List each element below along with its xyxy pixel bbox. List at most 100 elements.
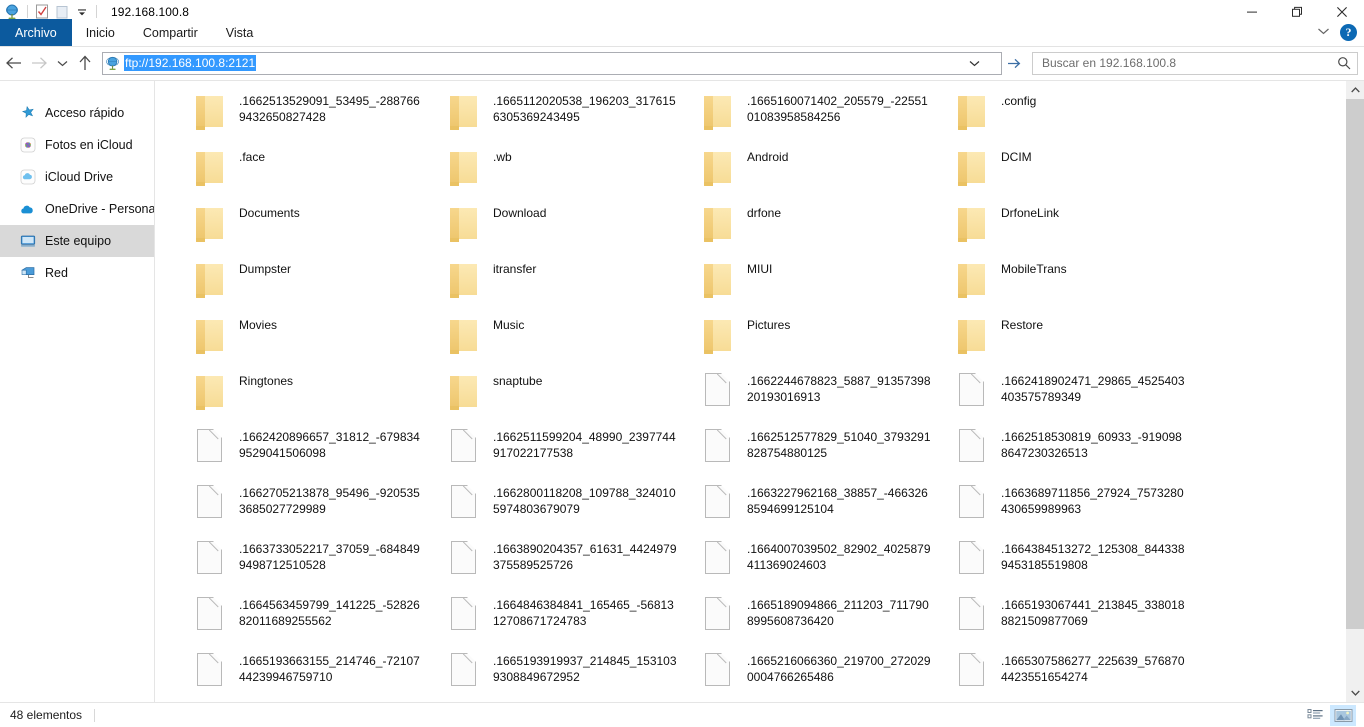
scroll-down-arrow-icon[interactable]	[1346, 684, 1364, 702]
chevron-down-icon[interactable]	[1317, 27, 1330, 38]
file-tile[interactable]: .1662418902471_29865_4525403403575789349	[955, 369, 1209, 425]
up-arrow-icon[interactable]	[72, 47, 98, 79]
file-tile[interactable]: .1665216066360_219700_272029000476626548…	[701, 649, 955, 702]
icloud-drive-icon	[20, 169, 36, 185]
file-tile[interactable]: Documents	[193, 201, 447, 257]
search-icon[interactable]	[1337, 56, 1351, 70]
file-icon-wrap	[193, 484, 225, 524]
file-name-label: MIUI	[747, 262, 773, 276]
file-tile[interactable]: .1662512577829_51040_3793291828754880125	[701, 425, 955, 481]
tab-inicio[interactable]: Inicio	[72, 19, 129, 46]
file-tile[interactable]: .1663733052217_37059_-684849949871251052…	[193, 537, 447, 593]
file-tile[interactable]: .wb	[447, 145, 701, 201]
file-icon	[959, 429, 984, 462]
folder-icon-wrap	[193, 92, 225, 132]
back-arrow-icon[interactable]	[0, 47, 26, 79]
file-tile[interactable]: .1662800118208_109788_324010597480367907…	[447, 481, 701, 537]
file-tile[interactable]: .face	[193, 145, 447, 201]
search-box[interactable]: Buscar en 192.168.100.8	[1032, 51, 1358, 75]
sidebar-item-acceso-rapido[interactable]: Acceso rápido	[0, 97, 154, 129]
file-icon-wrap	[701, 652, 733, 692]
file-tile[interactable]: .1662513529091_53495_-288766943265082742…	[193, 89, 447, 145]
file-tile[interactable]: itransfer	[447, 257, 701, 313]
file-icon	[197, 597, 222, 630]
file-tile[interactable]: MIUI	[701, 257, 955, 313]
file-tile[interactable]: .1664846384841_165465_-56813127086717247…	[447, 593, 701, 649]
search-input[interactable]: Buscar en 192.168.100.8	[1042, 56, 1337, 70]
tab-vista[interactable]: Vista	[212, 19, 268, 46]
address-selected-text: 192.168.100.8:2121	[148, 55, 257, 71]
file-tile[interactable]: .1665307586277_225639_576870442355165427…	[955, 649, 1209, 702]
file-tile[interactable]: Music	[447, 313, 701, 369]
file-tile[interactable]: .1665189094866_211203_711790899560873642…	[701, 593, 955, 649]
tab-archivo[interactable]: Archivo	[0, 19, 72, 46]
file-tile[interactable]: .1662420896657_31812_-679834952904150609…	[193, 425, 447, 481]
file-tile[interactable]: Dumpster	[193, 257, 447, 313]
file-tile[interactable]: .1663890204357_61631_4424979375589525726	[447, 537, 701, 593]
file-tile[interactable]: Movies	[193, 313, 447, 369]
file-icon	[451, 485, 476, 518]
file-tile[interactable]: DrfoneLink	[955, 201, 1209, 257]
file-icon-wrap	[955, 484, 987, 524]
file-tile[interactable]: .1663227962168_38857_-466326859469912510…	[701, 481, 955, 537]
file-name-label: Download	[493, 206, 547, 220]
file-icon	[197, 429, 222, 462]
file-tile[interactable]: Pictures	[701, 313, 955, 369]
folder-icon	[196, 96, 223, 130]
folder-icon	[704, 152, 731, 186]
file-tile[interactable]: .1665112020538_196203_317615630536924349…	[447, 89, 701, 145]
go-arrow-icon[interactable]	[1002, 52, 1026, 75]
file-icon	[705, 373, 730, 406]
file-tile[interactable]: .1662705213878_95496_-920535368502772998…	[193, 481, 447, 537]
file-tile[interactable]: drfone	[701, 201, 955, 257]
file-name-label: .1662511599204_48990_2397744917022177538	[493, 430, 676, 460]
address-bar[interactable]: ftp://192.168.100.8:2121	[102, 51, 1002, 75]
file-tile[interactable]: MobileTrans	[955, 257, 1209, 313]
file-tile[interactable]: .1665160071402_205579_-22551010839585842…	[701, 89, 955, 145]
file-tile[interactable]: Android	[701, 145, 955, 201]
sidebar-item-este-equipo[interactable]: Este equipo	[0, 225, 154, 257]
vertical-scrollbar[interactable]	[1346, 81, 1364, 702]
file-icon-wrap	[701, 372, 733, 412]
file-tile[interactable]: .1665193919937_214845_153103930884967295…	[447, 649, 701, 702]
file-list-pane[interactable]: .1662513529091_53495_-288766943265082742…	[156, 81, 1346, 702]
address-text[interactable]: ftp://192.168.100.8:2121	[124, 55, 257, 72]
file-tile[interactable]: .1662518530819_60933_-919098864723032651…	[955, 425, 1209, 481]
file-tile[interactable]: .1664007039502_82902_4025879411369024603	[701, 537, 955, 593]
file-tile[interactable]: DCIM	[955, 145, 1209, 201]
sidebar-item-icloud-drive[interactable]: iCloud Drive	[0, 161, 154, 193]
help-icon[interactable]: ?	[1340, 24, 1357, 41]
file-tile[interactable]: .config	[955, 89, 1209, 145]
file-icon-wrap	[701, 596, 733, 636]
folder-icon	[958, 152, 985, 186]
forward-arrow-icon[interactable]	[26, 47, 52, 79]
file-tile[interactable]: Restore	[955, 313, 1209, 369]
file-tile[interactable]: snaptube	[447, 369, 701, 425]
file-tile[interactable]: .1665193663155_214746_-72107442399467597…	[193, 649, 447, 702]
icloud-photos-icon	[20, 137, 36, 153]
sidebar-item-red[interactable]: Red	[0, 257, 154, 289]
sidebar-item-onedrive-personal[interactable]: OneDrive - Personal	[0, 193, 154, 225]
file-name-label: .config	[1001, 94, 1037, 108]
file-tile[interactable]: .1662511599204_48990_2397744917022177538	[447, 425, 701, 481]
address-dropdown-chevron-down-icon[interactable]	[965, 53, 983, 74]
file-name-label: drfone	[747, 206, 782, 220]
file-tile[interactable]: .1663689711856_27924_7573280430659989963	[955, 481, 1209, 537]
file-name-label: .1662705213878_95496_-920535368502772998…	[239, 486, 420, 516]
recent-locations-chevron-down-icon[interactable]	[52, 47, 72, 79]
details-view-button[interactable]	[1302, 705, 1328, 726]
ribbon-right-controls: ?	[1317, 19, 1364, 46]
file-tile[interactable]: Ringtones	[193, 369, 447, 425]
file-tile[interactable]: .1665193067441_213845_338018882150987706…	[955, 593, 1209, 649]
file-tile[interactable]: .1662244678823_5887_9135739820193016913	[701, 369, 955, 425]
file-icon	[959, 373, 984, 406]
scroll-up-arrow-icon[interactable]	[1346, 81, 1364, 99]
file-tile[interactable]: .1664384513272_125308_844338945318551980…	[955, 537, 1209, 593]
scrollbar-thumb[interactable]	[1346, 99, 1364, 629]
large-icons-view-button[interactable]	[1330, 704, 1356, 726]
tab-compartir[interactable]: Compartir	[129, 19, 212, 46]
file-tile[interactable]: Download	[447, 201, 701, 257]
sidebar-item-fotos-en-icloud[interactable]: Fotos en iCloud	[0, 129, 154, 161]
file-tile[interactable]: .1664563459799_141225_-52826820116892555…	[193, 593, 447, 649]
navigation-pane: Acceso rápido Fotos en iCloud iCloud Dri…	[0, 81, 155, 702]
